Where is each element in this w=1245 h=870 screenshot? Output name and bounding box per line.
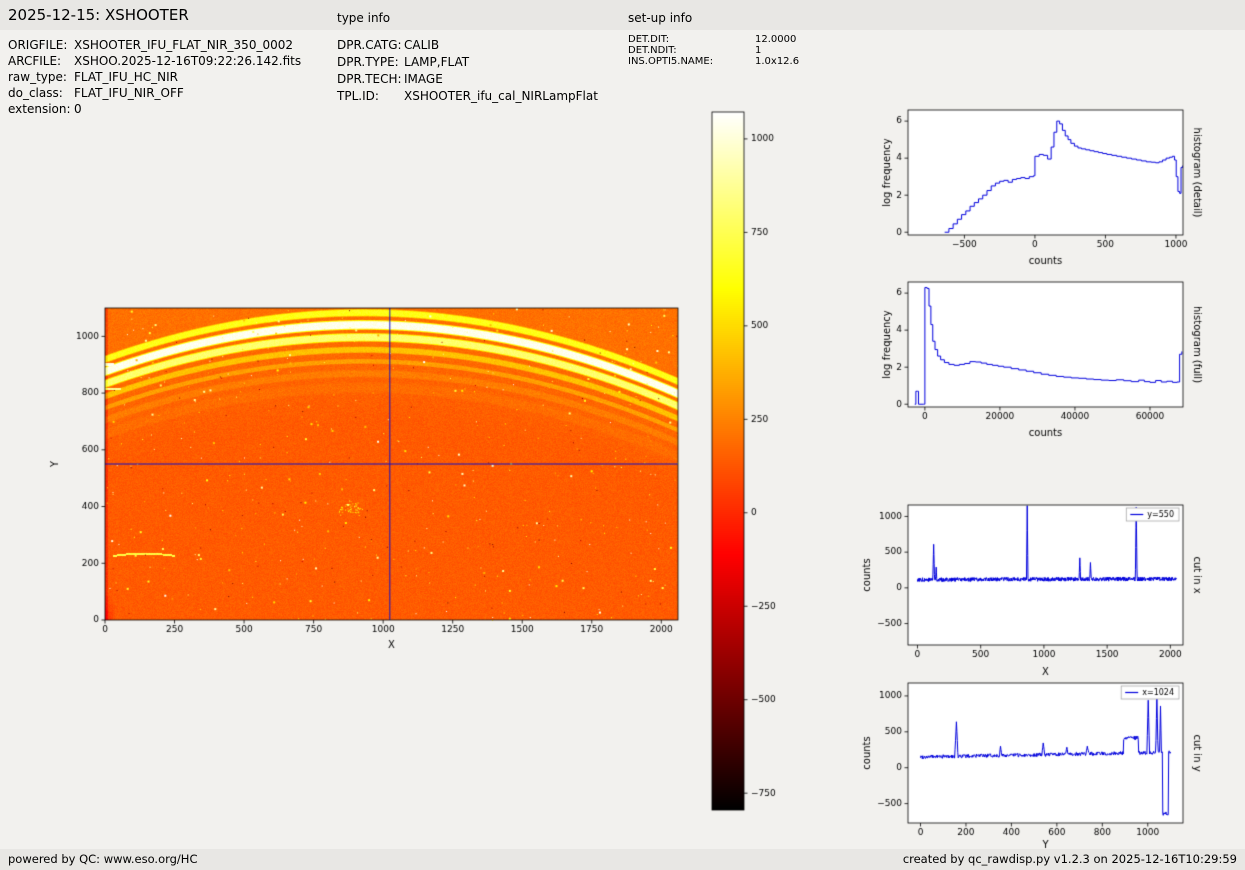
meta-value: 1.0x12.6 xyxy=(755,56,799,67)
meta-row: INS.OPTI5.NAME:1.0x12.6 xyxy=(628,56,799,67)
meta-row: TPL.ID:XSHOOTER_ifu_cal_NIRLampFlat xyxy=(337,88,598,105)
meta-key: TPL.ID: xyxy=(337,88,404,105)
colorbar xyxy=(700,100,810,825)
meta-key: DPR.TYPE: xyxy=(337,54,404,71)
meta-value: 0 xyxy=(74,101,82,117)
meta-row: extension:0 xyxy=(8,101,301,117)
meta-value: XSHOOTER_IFU_FLAT_NIR_350_0002 xyxy=(74,37,293,53)
setup-info-panel: DET.DIT:12.0000 DET.NDIT:1 INS.OPTI5.NAM… xyxy=(628,34,799,67)
meta-row: DPR.CATG:CALIB xyxy=(337,37,598,54)
meta-value: CALIB xyxy=(404,37,439,54)
meta-key: ARCFILE: xyxy=(8,53,74,69)
histogram-detail-plot xyxy=(855,98,1215,273)
detector-image-plot xyxy=(30,290,710,690)
footer-right-text: created by qc_rawdisp.py v1.2.3 on 2025-… xyxy=(903,852,1237,866)
meta-value: XSHOO.2025-12-16T09:22:26.142.fits xyxy=(74,53,301,69)
meta-value: XSHOOTER_ifu_cal_NIRLampFlat xyxy=(404,88,598,105)
file-info-panel: ORIGFILE:XSHOOTER_IFU_FLAT_NIR_350_0002 … xyxy=(8,37,301,117)
meta-value: IMAGE xyxy=(404,71,443,88)
cut-in-x-plot xyxy=(855,493,1215,685)
meta-key: ORIGFILE: xyxy=(8,37,74,53)
meta-row: DPR.TECH:IMAGE xyxy=(337,71,598,88)
meta-row: raw_type:FLAT_IFU_HC_NIR xyxy=(8,69,301,85)
meta-row: ORIGFILE:XSHOOTER_IFU_FLAT_NIR_350_0002 xyxy=(8,37,301,53)
meta-row: DET.NDIT:1 xyxy=(628,45,799,56)
meta-key: DET.NDIT: xyxy=(628,45,755,56)
qc-report-page: 2025-12-15: XSHOOTER type info set-up in… xyxy=(0,0,1245,870)
meta-value: FLAT_IFU_NIR_OFF xyxy=(74,85,184,101)
meta-value: FLAT_IFU_HC_NIR xyxy=(74,69,178,85)
footer-left-text: powered by QC: www.eso.org/HC xyxy=(8,852,197,866)
page-title: 2025-12-15: XSHOOTER xyxy=(8,6,189,24)
meta-value: 12.0000 xyxy=(755,34,796,45)
meta-key: DPR.CATG: xyxy=(337,37,404,54)
meta-key: extension: xyxy=(8,101,74,117)
meta-value: 1 xyxy=(755,45,761,56)
type-info-panel: DPR.CATG:CALIB DPR.TYPE:LAMP,FLAT DPR.TE… xyxy=(337,37,598,105)
meta-value: LAMP,FLAT xyxy=(404,54,469,71)
meta-key: raw_type: xyxy=(8,69,74,85)
meta-key: DET.DIT: xyxy=(628,34,755,45)
type-info-heading: type info xyxy=(337,11,390,25)
meta-row: ARCFILE:XSHOO.2025-12-16T09:22:26.142.fi… xyxy=(8,53,301,69)
meta-row: DET.DIT:12.0000 xyxy=(628,34,799,45)
setup-info-heading: set-up info xyxy=(628,11,692,25)
histogram-full-plot xyxy=(855,270,1215,445)
meta-row: do_class:FLAT_IFU_NIR_OFF xyxy=(8,85,301,101)
header-bar: 2025-12-15: XSHOOTER type info set-up in… xyxy=(0,0,1245,30)
meta-key: INS.OPTI5.NAME: xyxy=(628,56,755,67)
cut-in-y-plot xyxy=(855,671,1215,853)
meta-row: DPR.TYPE:LAMP,FLAT xyxy=(337,54,598,71)
meta-key: do_class: xyxy=(8,85,74,101)
meta-key: DPR.TECH: xyxy=(337,71,404,88)
